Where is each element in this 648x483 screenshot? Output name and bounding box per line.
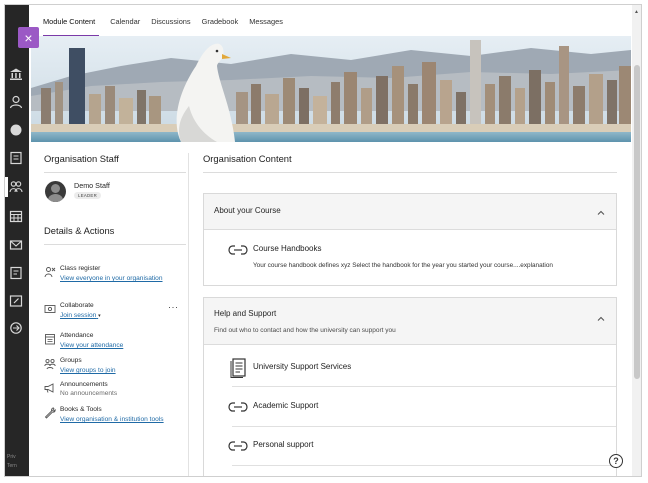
sign-out-icon[interactable] bbox=[9, 321, 23, 335]
divider bbox=[203, 172, 617, 173]
active-indicator bbox=[5, 177, 8, 197]
chevron-up-icon[interactable] bbox=[596, 314, 606, 324]
tab-bar: Module Content Calendar Discussions Grad… bbox=[43, 15, 294, 37]
books-tools-title: Books & Tools bbox=[60, 406, 102, 413]
attendance-icon bbox=[44, 333, 56, 345]
about-course-title: About your Course bbox=[214, 206, 281, 215]
calendar-icon[interactable] bbox=[9, 209, 23, 223]
privacy-link[interactable]: Priv bbox=[7, 454, 16, 461]
help-support-subtitle: Find out who to contact and how the univ… bbox=[214, 327, 396, 334]
divider bbox=[232, 426, 616, 427]
navigation-rail: Priv Tern bbox=[5, 5, 29, 476]
courses-icon[interactable] bbox=[9, 151, 23, 165]
help-button[interactable]: ? bbox=[609, 454, 623, 468]
link-icon bbox=[228, 244, 248, 258]
groups-link[interactable]: View groups to join bbox=[60, 366, 170, 376]
course-handbooks-title[interactable]: Course Handbooks bbox=[253, 244, 321, 253]
content-heading: Organisation Content bbox=[203, 153, 292, 164]
link-icon bbox=[228, 440, 248, 454]
groups-icon bbox=[44, 358, 56, 370]
academic-support-title[interactable]: Academic Support bbox=[253, 401, 318, 410]
class-register-title: Class register bbox=[60, 265, 101, 272]
tab-gradebook[interactable]: Gradebook bbox=[202, 15, 239, 37]
help-support-header[interactable]: Help and Support Find out who to contact… bbox=[204, 298, 616, 345]
scrollbar-thumb[interactable] bbox=[634, 65, 640, 379]
sidebar: Organisation Staff Demo Staff LEADER Det… bbox=[44, 153, 186, 423]
terms-link[interactable]: Tern bbox=[7, 463, 17, 470]
close-button[interactable]: × bbox=[18, 27, 39, 48]
class-register-icon bbox=[44, 266, 56, 278]
messages-icon[interactable] bbox=[9, 238, 23, 252]
about-course-card: About your Course Course Handbooks Your … bbox=[203, 193, 617, 286]
attendance-title: Attendance bbox=[60, 332, 94, 339]
attendance-link[interactable]: View your attendance bbox=[60, 341, 170, 351]
role-badge: LEADER bbox=[74, 192, 101, 199]
tab-module-content[interactable]: Module Content bbox=[43, 15, 100, 37]
class-register-link[interactable]: View everyone in your organisation bbox=[60, 274, 170, 284]
personal-support-title[interactable]: Personal support bbox=[253, 440, 313, 449]
user-icon[interactable] bbox=[9, 95, 23, 109]
help-support-card: Help and Support Find out who to contact… bbox=[203, 297, 617, 476]
document-icon bbox=[230, 358, 250, 378]
join-session-link[interactable]: Join session ▾ bbox=[60, 311, 101, 322]
announcements-title: Announcements bbox=[60, 381, 108, 388]
join-session-label: Join session bbox=[60, 312, 97, 319]
globe-icon[interactable] bbox=[9, 123, 23, 137]
main-content: Organisation Content About your Course C… bbox=[203, 153, 617, 476]
university-support-title[interactable]: University Support Services bbox=[253, 362, 351, 371]
course-handbooks-description: Your course handbook defines xyz Select … bbox=[253, 262, 553, 269]
books-tools-link[interactable]: View organisation & institution tools bbox=[60, 415, 170, 425]
column-divider bbox=[188, 153, 189, 476]
scroll-up-icon[interactable]: ▲ bbox=[634, 9, 639, 15]
details-heading: Details & Actions bbox=[44, 225, 115, 236]
help-support-title: Help and Support bbox=[214, 309, 277, 318]
tab-messages[interactable]: Messages bbox=[249, 15, 283, 37]
groups-title: Groups bbox=[60, 357, 82, 364]
divider bbox=[232, 386, 616, 387]
chevron-up-icon[interactable] bbox=[596, 208, 606, 218]
divider bbox=[44, 172, 186, 173]
chevron-down-icon: ▾ bbox=[98, 313, 101, 319]
link-icon bbox=[228, 401, 248, 415]
divider bbox=[232, 465, 616, 466]
avatar bbox=[45, 181, 66, 202]
about-course-header[interactable]: About your Course bbox=[204, 194, 616, 230]
collaborate-title: Collaborate bbox=[60, 302, 94, 309]
megaphone-icon bbox=[44, 382, 56, 394]
banner-image bbox=[31, 36, 631, 142]
organisations-icon[interactable] bbox=[9, 180, 23, 194]
staff-member[interactable]: Demo Staff LEADER bbox=[44, 176, 186, 216]
divider bbox=[44, 244, 186, 245]
grades-icon[interactable] bbox=[9, 266, 23, 280]
more-options-button[interactable]: ··· bbox=[168, 302, 179, 312]
staff-name: Demo Staff bbox=[74, 181, 110, 190]
window-frame: Priv Tern × Module Content Calendar Disc… bbox=[4, 4, 642, 477]
organisation-panel: Module Content Calendar Discussions Grad… bbox=[29, 5, 632, 476]
staff-heading: Organisation Staff bbox=[44, 153, 119, 164]
announcements-note: No announcements bbox=[60, 390, 118, 397]
collaborate-icon bbox=[44, 303, 56, 315]
tab-calendar[interactable]: Calendar bbox=[110, 15, 140, 37]
institution-icon[interactable] bbox=[9, 67, 23, 81]
scrollbar[interactable]: ▲ bbox=[632, 5, 641, 476]
tools-icon[interactable] bbox=[9, 294, 23, 308]
wrench-icon bbox=[44, 407, 56, 419]
tab-discussions[interactable]: Discussions bbox=[151, 15, 190, 37]
